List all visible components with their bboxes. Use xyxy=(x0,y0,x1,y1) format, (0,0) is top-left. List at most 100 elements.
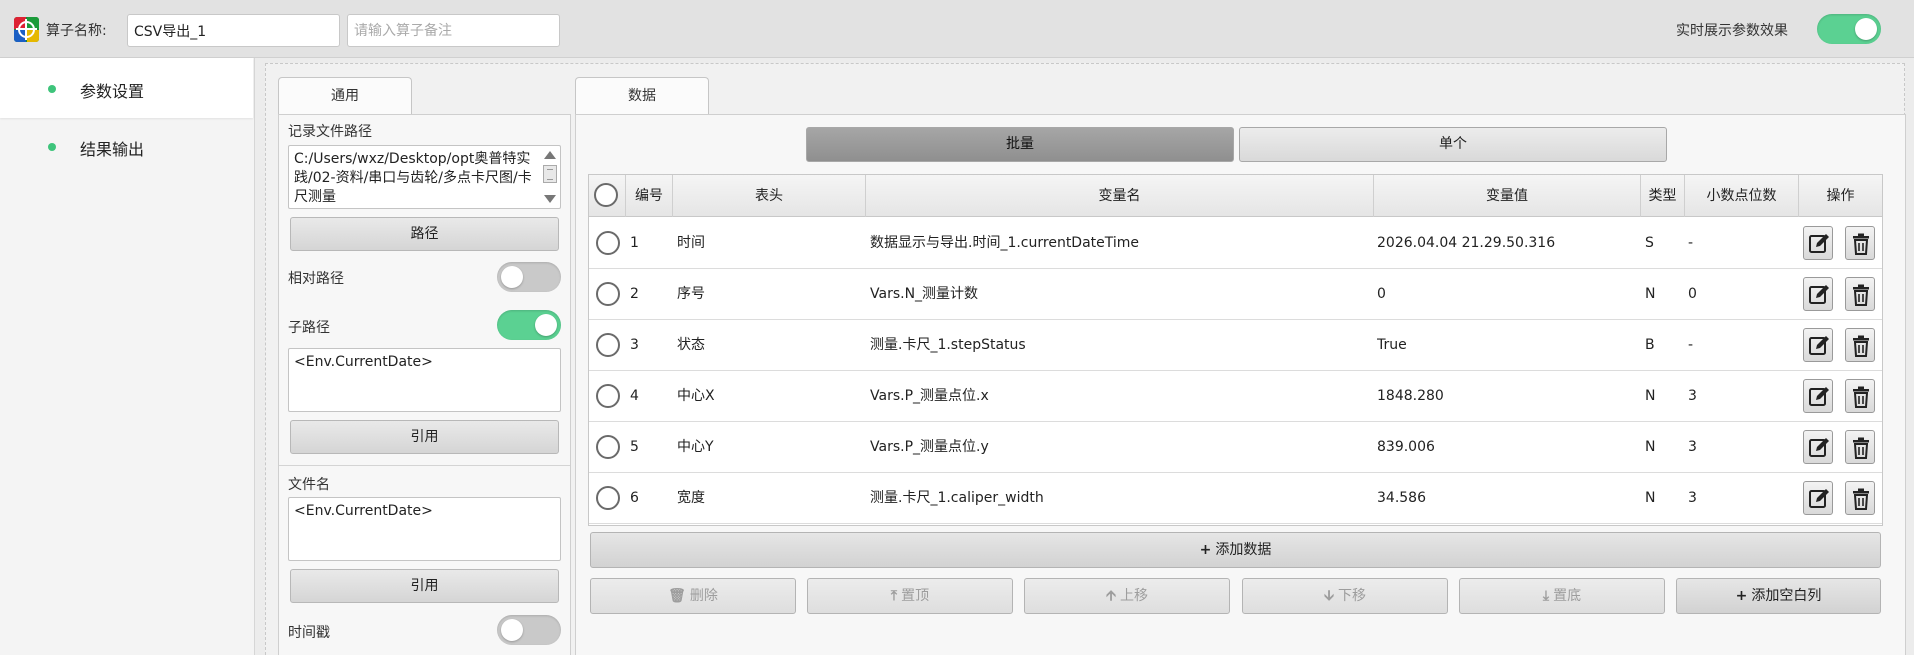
cell-no: 1 xyxy=(630,235,639,251)
table-row[interactable]: 2 序号 Vars.N_测量计数 0 N 0 xyxy=(589,269,1882,320)
move-up-button[interactable]: 🡩 上移 xyxy=(1024,578,1230,614)
filename-field[interactable]: <Env.CurrentDate> xyxy=(288,497,561,561)
edit-row-icon[interactable] xyxy=(1803,328,1833,362)
operator-name-input[interactable] xyxy=(127,14,340,47)
cell-variable-value: 1848.280 xyxy=(1377,388,1444,404)
cell-variable-name: Vars.N_测量计数 xyxy=(870,286,979,302)
delete-row-icon[interactable] xyxy=(1845,328,1875,362)
delete-row-icon[interactable] xyxy=(1845,277,1875,311)
table-row[interactable]: 3 状态 测量.卡尺_1.stepStatus True B - xyxy=(589,320,1882,371)
add-blank-column-button[interactable]: + 添加空白列 xyxy=(1676,578,1881,614)
move-top-label: 置顶 xyxy=(901,588,930,604)
edit-row-icon[interactable] xyxy=(1803,277,1833,311)
filename-label: 文件名 xyxy=(288,477,330,493)
edit-row-icon[interactable] xyxy=(1803,481,1833,515)
cell-type: B xyxy=(1645,337,1655,353)
cell-decimals: - xyxy=(1688,337,1694,353)
record-path-value: C:/Users/wxz/Desktop/opt奥普特实践/02-资料/串口与齿… xyxy=(294,151,532,205)
cell-type: N xyxy=(1645,439,1656,455)
cell-variable-name: Vars.P_测量点位.x xyxy=(870,388,989,404)
cell-no: 5 xyxy=(630,439,639,455)
scroll-thumb[interactable] xyxy=(543,165,557,183)
realtime-preview-toggle[interactable] xyxy=(1817,14,1881,44)
operator-note-input[interactable] xyxy=(347,14,560,47)
cell-variable-name: 测量.卡尺_1.caliper_width xyxy=(870,490,1044,506)
cell-variable-value: 2026.04.04 21.29.50.316 xyxy=(1377,235,1556,251)
scroll-up-icon[interactable] xyxy=(544,151,556,159)
move-bottom-button[interactable]: ⤓ 置底 xyxy=(1459,578,1665,614)
filename-reference-button[interactable]: 引用 xyxy=(290,569,559,603)
realtime-preview-label: 实时展示参数效果 xyxy=(1676,23,1788,39)
subpath-label: 子路径 xyxy=(288,320,330,336)
row-select-radio[interactable] xyxy=(596,384,620,408)
delete-row-icon[interactable] xyxy=(1845,430,1875,464)
select-all-radio[interactable] xyxy=(594,183,618,207)
move-down-button[interactable]: 🡫 下移 xyxy=(1242,578,1448,614)
col-header-type: 类型 xyxy=(1641,175,1685,217)
edit-row-icon[interactable] xyxy=(1803,226,1833,260)
timestamp-label: 时间戳 xyxy=(288,625,330,641)
delete-row-icon[interactable] xyxy=(1845,226,1875,260)
trash-icon: 🗑 xyxy=(668,588,686,604)
cell-variable-value: True xyxy=(1377,337,1407,353)
filename-value: <Env.CurrentDate> xyxy=(294,503,433,519)
table-header: 编号 表头 变量名 变量值 类型 小数点位数 操作 xyxy=(589,175,1882,217)
path-button[interactable]: 路径 xyxy=(290,217,559,251)
cell-type: N xyxy=(1645,388,1656,404)
add-data-button[interactable]: + 添加数据 xyxy=(590,532,1881,568)
timestamp-toggle[interactable] xyxy=(497,615,561,645)
row-select-radio[interactable] xyxy=(596,231,620,255)
table-row[interactable]: 1 时间 数据显示与导出.时间_1.currentDateTime 2026.04.0… xyxy=(589,218,1882,269)
section-divider xyxy=(279,465,570,466)
app-logo-icon xyxy=(14,17,39,42)
relative-path-label: 相对路径 xyxy=(288,271,344,287)
subpath-toggle[interactable] xyxy=(497,310,561,340)
cell-type: N xyxy=(1645,490,1656,506)
cell-header: 宽度 xyxy=(677,490,705,506)
mode-single-button[interactable]: 单个 xyxy=(1239,127,1667,162)
table-row[interactable]: 5 中心Y Vars.P_测量点位.y 839.006 N 3 xyxy=(589,422,1882,473)
cell-type: S xyxy=(1645,235,1654,251)
mode-batch-button[interactable]: 批量 xyxy=(806,127,1234,162)
scroll-down-icon[interactable] xyxy=(544,195,556,203)
record-path-scrollbar[interactable] xyxy=(542,149,558,205)
delete-row-icon[interactable] xyxy=(1845,481,1875,515)
move-top-icon: ⤒ xyxy=(890,588,898,604)
arrow-up-icon: 🡩 xyxy=(1105,588,1117,604)
sidebar-item-label: 参数设置 xyxy=(80,82,145,101)
table-row[interactable]: 6 宽度 测量.卡尺_1.caliper_width 34.586 N 3 xyxy=(589,473,1882,524)
delete-row-icon[interactable] xyxy=(1845,379,1875,413)
cell-decimals: - xyxy=(1688,235,1694,251)
cell-header: 中心X xyxy=(677,388,715,404)
plus-icon: + xyxy=(1735,588,1748,604)
col-header-header: 表头 xyxy=(673,175,866,217)
col-header-no: 编号 xyxy=(626,175,673,217)
delete-button[interactable]: 🗑 删除 xyxy=(590,578,796,614)
sidebar-item-param-settings[interactable]: 参数设置 xyxy=(0,58,253,118)
col-header-variable-value: 变量值 xyxy=(1374,175,1641,217)
cell-variable-value: 839.006 xyxy=(1377,439,1435,455)
move-top-button[interactable]: ⤒ 置顶 xyxy=(807,578,1013,614)
record-path-field[interactable]: C:/Users/wxz/Desktop/opt奥普特实践/02-资料/串口与齿… xyxy=(288,145,561,209)
edit-row-icon[interactable] xyxy=(1803,379,1833,413)
relative-path-toggle[interactable] xyxy=(497,262,561,292)
row-select-radio[interactable] xyxy=(596,486,620,510)
cell-type: N xyxy=(1645,286,1656,302)
tab-general[interactable]: 通用 xyxy=(278,77,412,115)
row-select-radio[interactable] xyxy=(596,282,620,306)
data-table: 编号 表头 变量名 变量值 类型 小数点位数 操作 1 时间 数据显示与导出.时间_… xyxy=(588,174,1883,526)
row-select-radio[interactable] xyxy=(596,435,620,459)
edit-row-icon[interactable] xyxy=(1803,430,1833,464)
sidebar: 参数设置 结果输出 xyxy=(0,58,255,655)
tab-data[interactable]: 数据 xyxy=(575,77,709,115)
cell-no: 3 xyxy=(630,337,639,353)
sidebar-item-result-output[interactable]: 结果输出 xyxy=(0,116,253,176)
row-select-radio[interactable] xyxy=(596,333,620,357)
cell-variable-value: 34.586 xyxy=(1377,490,1426,506)
move-down-label: 下移 xyxy=(1338,588,1367,604)
subpath-reference-button[interactable]: 引用 xyxy=(290,420,559,454)
cell-decimals: 3 xyxy=(1688,490,1697,506)
table-row[interactable]: 4 中心X Vars.P_测量点位.x 1848.280 N 3 xyxy=(589,371,1882,422)
delete-label: 删除 xyxy=(689,588,718,604)
subpath-field[interactable]: <Env.CurrentDate> xyxy=(288,348,561,412)
